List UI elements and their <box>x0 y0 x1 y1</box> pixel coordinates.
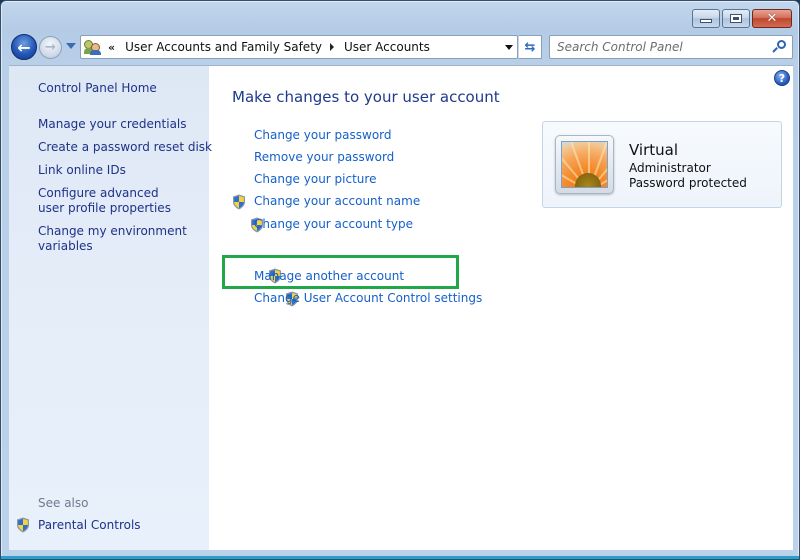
see-also-heading: See also <box>38 496 89 510</box>
change-password-link[interactable]: Change your password <box>254 128 392 142</box>
help-icon: ? <box>778 71 786 85</box>
account-name: Virtual <box>629 141 679 159</box>
address-dropdown-icon[interactable] <box>505 45 513 50</box>
account-status: Password protected <box>629 176 747 190</box>
change-uac-settings-link[interactable]: Change User Account Control settings <box>254 291 482 305</box>
forward-button[interactable]: → <box>39 36 62 59</box>
control-panel-window: ✕ ← → « User Accounts and Family Safety … <box>0 0 800 560</box>
page-title: Make changes to your user account <box>232 88 500 106</box>
uac-shield-icon <box>16 517 30 533</box>
address-bar[interactable]: « User Accounts and Family Safety User A… <box>80 35 518 59</box>
breadcrumb-separator-icon[interactable] <box>330 43 334 51</box>
flower-picture-icon <box>561 141 608 188</box>
window-border <box>1 556 799 559</box>
maximize-icon <box>730 14 742 23</box>
change-account-name-link[interactable]: Change your account name <box>254 194 420 208</box>
help-button[interactable]: ? <box>774 70 790 86</box>
search-box <box>549 35 793 59</box>
account-card: Virtual Administrator Password protected <box>542 121 782 208</box>
avatar[interactable] <box>555 135 614 194</box>
breadcrumb-user-accounts[interactable]: User Accounts <box>344 40 430 54</box>
sidebar-link-online-ids[interactable]: Link online IDs <box>38 163 126 178</box>
account-type: Administrator <box>629 161 711 175</box>
refresh-button[interactable]: ⇆ <box>518 35 542 59</box>
parental-controls-link[interactable]: Parental Controls <box>38 518 141 533</box>
back-arrow-icon: ← <box>17 37 31 57</box>
user-accounts-icon <box>84 39 102 55</box>
refresh-icon: ⇆ <box>524 39 536 55</box>
sidebar-link-advanced-profile[interactable]: Configure advanced user profile properti… <box>38 186 188 216</box>
content-area: Control Panel Home Manage your credentia… <box>9 65 793 550</box>
change-picture-link[interactable]: Change your picture <box>254 172 376 186</box>
minimize-icon <box>700 19 712 23</box>
sidebar-link-password-reset-disk[interactable]: Create a password reset disk <box>38 140 212 155</box>
caption-buttons: ✕ <box>692 9 792 28</box>
maximize-button[interactable] <box>722 9 750 28</box>
uac-shield-icon <box>232 194 246 210</box>
remove-password-link[interactable]: Remove your password <box>254 150 394 164</box>
main-panel: ? Make changes to your user account Chan… <box>209 66 793 550</box>
sidebar: Control Panel Home Manage your credentia… <box>9 66 212 550</box>
sidebar-link-environment-variables[interactable]: Change my environment variables <box>38 224 188 254</box>
search-input[interactable] <box>557 40 767 54</box>
control-panel-home-link[interactable]: Control Panel Home <box>38 81 157 96</box>
forward-arrow-icon: → <box>45 40 56 55</box>
sidebar-link-manage-credentials[interactable]: Manage your credentials <box>38 117 187 132</box>
breadcrumb-overflow[interactable]: « <box>108 41 115 54</box>
change-account-type-link[interactable]: Change your account type <box>254 217 413 231</box>
search-icon[interactable] <box>772 40 786 54</box>
navigation-bar: ← → « User Accounts and Family Safety Us… <box>9 33 793 61</box>
breadcrumb-user-accounts-family-safety[interactable]: User Accounts and Family Safety <box>125 40 322 54</box>
close-button[interactable]: ✕ <box>752 9 792 28</box>
back-button[interactable]: ← <box>11 34 37 60</box>
manage-another-account-link[interactable]: Manage another account <box>254 269 404 283</box>
minimize-button[interactable] <box>692 9 720 28</box>
recent-pages-dropdown[interactable] <box>66 43 76 49</box>
close-icon: ✕ <box>766 11 778 26</box>
